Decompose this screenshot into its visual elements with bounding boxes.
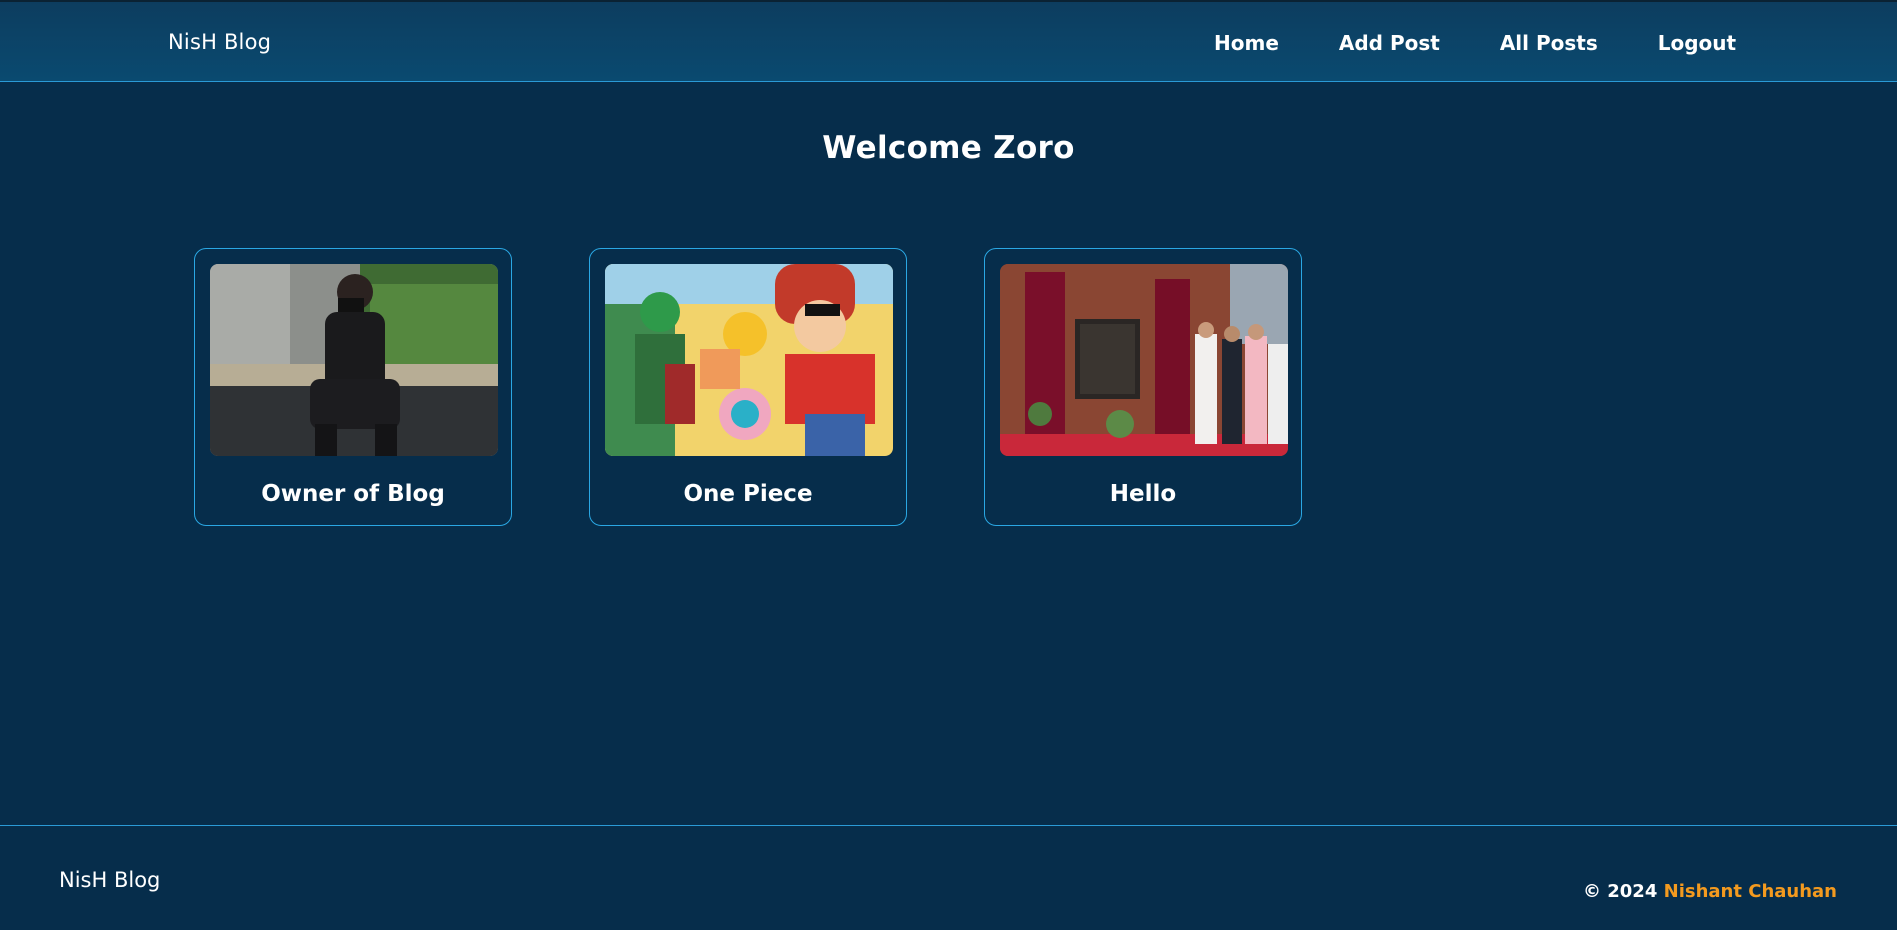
post-thumbnail: [1000, 264, 1288, 456]
nav-logout-link[interactable]: Logout: [1658, 31, 1736, 55]
top-navbar: NisH Blog Home Add Post All Posts Logout: [0, 0, 1897, 82]
nav-home-link[interactable]: Home: [1214, 31, 1279, 55]
post-title: One Piece: [683, 481, 813, 507]
nav-add-post-link[interactable]: Add Post: [1339, 31, 1440, 55]
footer-brand: NisH Blog: [59, 868, 161, 892]
post-card[interactable]: Hello: [984, 248, 1302, 526]
footer-copyright: © 2024 Nishant Chauhan: [1583, 881, 1837, 902]
nav-all-posts-link[interactable]: All Posts: [1500, 31, 1598, 55]
post-thumbnail: [605, 264, 893, 456]
post-card[interactable]: One Piece: [589, 248, 907, 526]
welcome-heading: Welcome Zoro: [822, 130, 1075, 166]
post-thumbnail: [210, 264, 498, 456]
copyright-text: © 2024: [1582, 881, 1658, 902]
main-nav: Home Add Post All Posts Logout: [1214, 31, 1736, 55]
post-card[interactable]: Owner of Blog: [194, 248, 512, 526]
site-footer: NisH Blog © 2024 Nishant Chauhan: [0, 825, 1897, 930]
post-card-list: Owner of Blog One Piece Hello: [194, 248, 1302, 526]
author-name: Nishant Chauhan: [1663, 881, 1837, 902]
post-title: Hello: [1109, 481, 1177, 507]
post-title: Owner of Blog: [261, 481, 445, 507]
brand-logo[interactable]: NisH Blog: [168, 30, 271, 54]
